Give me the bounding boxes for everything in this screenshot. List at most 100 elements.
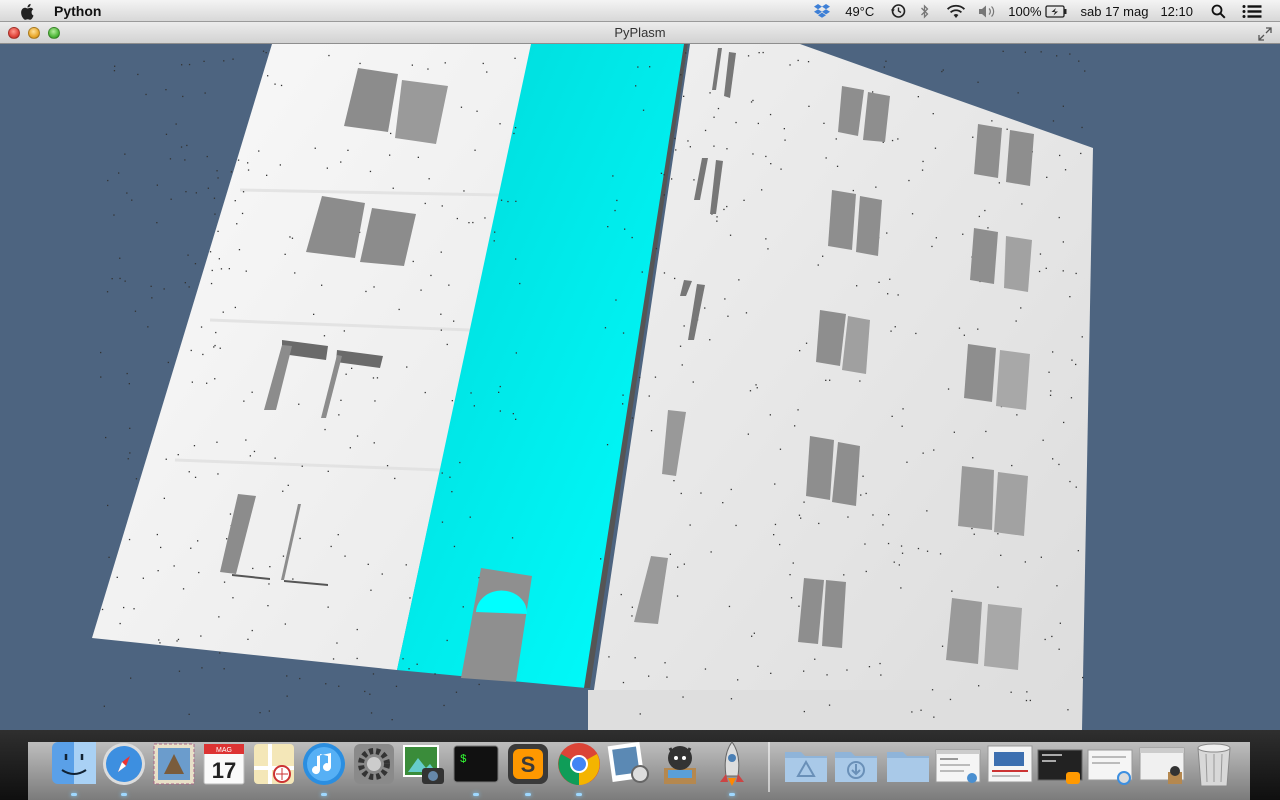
noise-speckle: [1042, 439, 1044, 441]
trash-icon[interactable]: [1190, 738, 1238, 788]
noise-speckle: [790, 597, 793, 599]
finder-icon[interactable]: [50, 738, 98, 788]
noise-speckle: [202, 353, 204, 356]
app-menu-python[interactable]: Python: [54, 3, 101, 19]
noise-speckle: [405, 564, 407, 566]
minimize-window-button[interactable]: [28, 27, 40, 39]
noise-speckle: [726, 205, 728, 208]
noise-speckle: [441, 472, 443, 474]
noise-speckle: [713, 145, 715, 147]
window-thumbnail-icon[interactable]: [986, 738, 1034, 788]
noise-speckle: [349, 447, 351, 449]
noise-speckle: [332, 658, 335, 660]
noise-speckle: [408, 668, 410, 670]
window-thumbnail-icon[interactable]: [934, 738, 982, 788]
system-preferences-icon[interactable]: [350, 738, 398, 788]
sublime-text-icon[interactable]: S: [504, 738, 552, 788]
noise-speckle: [750, 101, 753, 103]
noise-speckle: [616, 199, 618, 202]
python-launcher-icon[interactable]: [708, 738, 756, 788]
right-wall-lower: [588, 690, 1082, 730]
volume-icon[interactable]: [978, 4, 996, 19]
applications-folder-icon[interactable]: [782, 738, 830, 788]
image-capture-icon[interactable]: [400, 738, 448, 788]
close-window-button[interactable]: [8, 27, 20, 39]
noise-speckle: [135, 478, 138, 480]
noise-speckle: [381, 573, 383, 575]
noise-speckle: [289, 236, 291, 238]
noise-speckle: [173, 565, 175, 567]
noise-speckle: [198, 571, 200, 574]
noise-speckle: [512, 413, 514, 415]
github-icon[interactable]: [656, 738, 704, 788]
noise-speckle: [500, 199, 503, 201]
noise-speckle: [823, 122, 825, 124]
noise-speckle: [214, 213, 216, 215]
noise-speckle: [683, 95, 685, 97]
preview-icon[interactable]: [604, 738, 652, 788]
noise-speckle: [114, 65, 116, 67]
noise-speckle: [284, 253, 286, 255]
chrome-icon[interactable]: [555, 738, 603, 788]
noise-speckle: [217, 177, 219, 179]
noise-speckle: [409, 597, 411, 599]
battery-percent[interactable]: 100%: [1008, 4, 1041, 19]
noise-speckle: [717, 107, 720, 110]
noise-speckle: [779, 448, 782, 450]
spotlight-search-icon[interactable]: [1211, 4, 1226, 19]
noise-speckle: [313, 313, 315, 315]
window-thumbnail-icon[interactable]: [1138, 738, 1186, 788]
zoom-window-button[interactable]: [48, 27, 60, 39]
noise-speckle: [444, 62, 446, 64]
apple-menu-icon[interactable]: [20, 3, 38, 20]
noise-speckle: [769, 113, 772, 116]
maps-icon[interactable]: [250, 738, 298, 788]
terminal-icon[interactable]: $: [452, 738, 500, 788]
noise-speckle: [207, 187, 209, 189]
noise-speckle: [251, 391, 253, 393]
temperature-reading[interactable]: 49°C: [845, 4, 874, 19]
noise-speckle: [911, 213, 914, 215]
noise-speckle: [204, 92, 206, 94]
noise-speckle: [267, 605, 269, 607]
wifi-icon[interactable]: [946, 4, 966, 19]
noise-speckle: [872, 91, 874, 93]
noise-speckle: [773, 534, 775, 536]
date-display[interactable]: sab 17 mag: [1081, 4, 1149, 19]
noise-speckle: [757, 665, 759, 667]
window-thumbnail-icon[interactable]: [1086, 738, 1134, 788]
downloads-folder-icon[interactable]: [832, 738, 880, 788]
documents-folder-icon[interactable]: [884, 738, 932, 788]
window-title-bar[interactable]: PyPlasm: [0, 22, 1280, 44]
noise-speckle: [237, 159, 240, 161]
noise-speckle: [424, 391, 426, 394]
mail-icon[interactable]: [150, 738, 198, 788]
noise-speckle: [642, 109, 645, 111]
noise-speckle: [880, 674, 882, 676]
noise-speckle: [864, 543, 866, 545]
battery-charging-icon[interactable]: [1044, 4, 1067, 18]
noise-speckle: [856, 285, 858, 287]
calendar-icon[interactable]: MAG 17: [200, 738, 248, 788]
noise-speckle: [770, 163, 772, 165]
notification-center-icon[interactable]: [1242, 4, 1262, 19]
noise-speckle: [663, 272, 666, 274]
bluetooth-icon[interactable]: [920, 3, 930, 19]
time-machine-icon[interactable]: [890, 3, 906, 19]
noise-speckle: [751, 635, 753, 637]
noise-speckle: [1084, 70, 1086, 72]
pyplasm-3d-viewport[interactable]: [0, 44, 1280, 730]
window-thumbnail-icon[interactable]: [1036, 738, 1084, 788]
noise-speckle: [191, 381, 193, 383]
noise-speckle: [624, 228, 626, 230]
clock-display[interactable]: 12:10: [1160, 4, 1193, 19]
noise-speckle: [441, 521, 444, 523]
noise-speckle: [631, 236, 633, 239]
window-title: PyPlasm: [614, 25, 666, 40]
itunes-icon[interactable]: [300, 738, 348, 788]
safari-icon[interactable]: [100, 738, 148, 788]
noise-speckle: [942, 69, 944, 71]
dropbox-icon[interactable]: [813, 3, 831, 19]
noise-speckle: [291, 237, 294, 239]
noise-speckle: [738, 279, 740, 281]
